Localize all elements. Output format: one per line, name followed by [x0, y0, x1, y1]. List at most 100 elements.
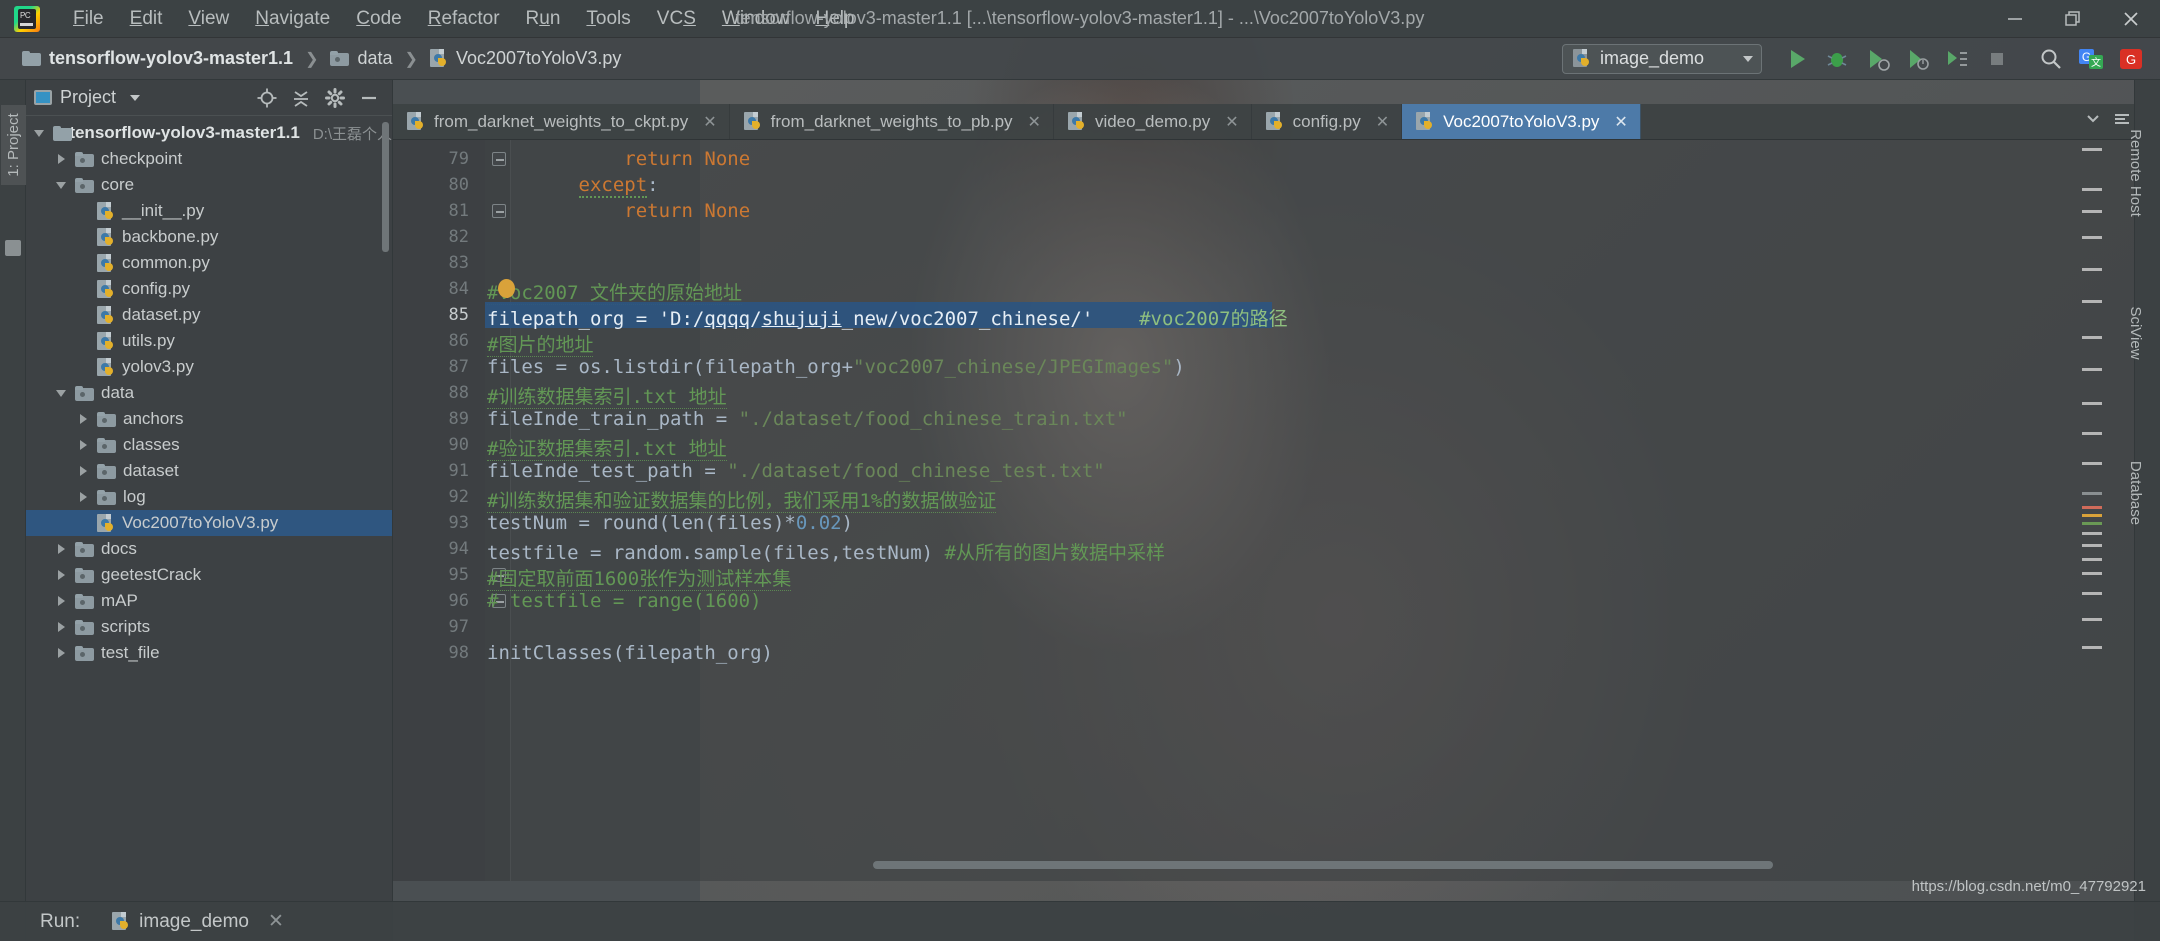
- chevron-right-icon[interactable]: [78, 439, 90, 451]
- menu-vcs[interactable]: VCS: [644, 4, 709, 34]
- tree-item-utils-py[interactable]: utils.py: [26, 328, 392, 354]
- close-icon[interactable]: ✕: [1225, 112, 1238, 132]
- code-line[interactable]: fileInde_test_path = "./dataset/food_chi…: [487, 460, 1105, 482]
- chevron-right-icon[interactable]: [56, 153, 68, 165]
- menu-view[interactable]: View: [175, 4, 242, 34]
- close-icon[interactable]: ✕: [268, 910, 284, 933]
- code-line[interactable]: # testfile = range(1600): [487, 590, 762, 612]
- code-text-area[interactable]: 79 return None 80 except: 81 return None 82…: [393, 140, 2134, 881]
- tool-window-tab-database[interactable]: Database: [2122, 438, 2148, 548]
- stop-button[interactable]: [1978, 42, 2016, 76]
- tool-window-tab-sciview[interactable]: SciView: [2122, 278, 2148, 388]
- menu-navigate[interactable]: Navigate: [242, 4, 343, 34]
- code-line[interactable]: #验证数据集索引.txt 地址: [487, 434, 727, 461]
- tree-item-map[interactable]: mAP: [26, 588, 392, 614]
- chevron-right-icon[interactable]: [78, 413, 90, 425]
- chevron-right-icon[interactable]: [56, 543, 68, 555]
- tree-item-yolov3-py[interactable]: yolov3.py: [26, 354, 392, 380]
- gear-icon[interactable]: [324, 87, 346, 109]
- window-controls[interactable]: [1986, 0, 2160, 38]
- close-icon[interactable]: ✕: [703, 112, 716, 132]
- run-tool-window-label[interactable]: Run:: [40, 911, 80, 933]
- analysis-marker[interactable]: [2082, 592, 2102, 595]
- analysis-marker[interactable]: [2082, 532, 2102, 535]
- code-line[interactable]: initClasses(filepath_org): [487, 642, 773, 664]
- translate-button[interactable]: G 文: [2072, 42, 2110, 76]
- run-tab-image-demo[interactable]: image_demo ✕: [112, 910, 284, 933]
- code-line[interactable]: #voc2007 文件夹的原始地址: [487, 278, 742, 305]
- chevron-right-icon[interactable]: [56, 647, 68, 659]
- analysis-marker[interactable]: [2082, 618, 2102, 621]
- analysis-marker[interactable]: [2082, 432, 2102, 435]
- tree-item-geetestcrack[interactable]: geetestCrack: [26, 562, 392, 588]
- code-line[interactable]: filepath_org = 'D:/qqqq/shujuji_new/voc2…: [487, 304, 1288, 331]
- analysis-marker[interactable]: [2082, 514, 2102, 517]
- analysis-marker[interactable]: [2082, 210, 2102, 213]
- tree-item-anchors[interactable]: anchors: [26, 406, 392, 432]
- tree-item-test-file[interactable]: test_file: [26, 640, 392, 666]
- menu-window[interactable]: Window: [709, 4, 803, 34]
- chevron-down-icon[interactable]: [34, 127, 46, 139]
- editor-tab-strip[interactable]: from_darknet_weights_to_ckpt.py ✕ from_dar…: [393, 104, 2160, 140]
- menu-edit[interactable]: Edit: [117, 4, 176, 34]
- analysis-marker[interactable]: [2082, 236, 2102, 239]
- analysis-marker[interactable]: [2082, 188, 2102, 191]
- profile-button[interactable]: [1898, 42, 1936, 76]
- code-line[interactable]: testNum = round(len(files)*0.02): [487, 512, 853, 534]
- editor-horizontal-scrollbar[interactable]: [873, 861, 1773, 869]
- tree-item-core[interactable]: core: [26, 172, 392, 198]
- analysis-marker[interactable]: [2082, 572, 2102, 575]
- chevron-right-icon[interactable]: [78, 465, 90, 477]
- tree-item-scripts[interactable]: scripts: [26, 614, 392, 640]
- close-icon[interactable]: ✕: [1376, 112, 1389, 132]
- analysis-marker[interactable]: [2082, 300, 2102, 303]
- chevron-down-icon[interactable]: [130, 94, 141, 101]
- code-line[interactable]: return None: [487, 148, 750, 170]
- editor-tab-from-darknet-weights-to-pb-py[interactable]: from_darknet_weights_to_pb.py ✕: [730, 104, 1054, 139]
- breadcrumb-item-file[interactable]: Voc2007toYoloV3.py: [424, 46, 627, 71]
- chevron-right-icon[interactable]: [56, 595, 68, 607]
- close-icon[interactable]: ✕: [1028, 112, 1041, 132]
- hide-icon[interactable]: [358, 87, 380, 109]
- editor-tab-video-demo-py[interactable]: video_demo.py ✕: [1054, 104, 1252, 139]
- analysis-marker[interactable]: [2082, 148, 2102, 151]
- run-with-console-button[interactable]: [1938, 42, 1976, 76]
- bookmark-icon[interactable]: [498, 279, 515, 298]
- codota-button[interactable]: G: [2112, 42, 2150, 76]
- code-line[interactable]: #图片的地址: [487, 330, 594, 357]
- code-line[interactable]: #固定取前面1600张作为测试样本集: [487, 564, 792, 591]
- analysis-marker[interactable]: [2082, 368, 2102, 371]
- analysis-marker[interactable]: [2082, 268, 2102, 271]
- tree-item--init-py[interactable]: __init__.py: [26, 198, 392, 224]
- tool-window-tab-project[interactable]: 1: Project: [1, 105, 27, 185]
- analysis-marker[interactable]: [2082, 646, 2102, 649]
- run-configuration-selector[interactable]: image_demo: [1562, 43, 1762, 74]
- tree-item-dataset-py[interactable]: dataset.py: [26, 302, 392, 328]
- menu-tools[interactable]: Tools: [573, 4, 643, 34]
- menu-run[interactable]: Run: [513, 4, 574, 34]
- editor-tab-voc2007toyolov3-py[interactable]: Voc2007toYoloV3.py ✕: [1402, 104, 1641, 139]
- analysis-marker[interactable]: [2082, 522, 2102, 525]
- analysis-marker[interactable]: [2082, 544, 2102, 547]
- editor-tab-config-py[interactable]: config.py ✕: [1252, 104, 1403, 139]
- close-button[interactable]: [2102, 0, 2160, 38]
- editor-marker-column[interactable]: [2078, 140, 2104, 881]
- tree-item-backbone-py[interactable]: backbone.py: [26, 224, 392, 250]
- breadcrumb-item-data[interactable]: data: [324, 46, 398, 71]
- menu-code[interactable]: Code: [343, 4, 414, 34]
- minimize-button[interactable]: [1986, 0, 2044, 38]
- search-button[interactable]: [2032, 42, 2070, 76]
- tree-item-checkpoint[interactable]: checkpoint: [26, 146, 392, 172]
- chevron-right-icon[interactable]: [56, 621, 68, 633]
- debug-button[interactable]: [1818, 42, 1856, 76]
- tree-item-docs[interactable]: docs: [26, 536, 392, 562]
- close-icon[interactable]: ✕: [1614, 112, 1627, 132]
- chevron-down-icon[interactable]: [2084, 110, 2102, 133]
- menu-help[interactable]: Help: [802, 4, 867, 34]
- chevron-right-icon[interactable]: [56, 569, 68, 581]
- analysis-marker[interactable]: [2082, 558, 2102, 561]
- menu-file[interactable]: File: [60, 4, 117, 34]
- editor-tab-from-darknet-weights-to-ckpt-py[interactable]: from_darknet_weights_to_ckpt.py ✕: [393, 104, 730, 139]
- code-line[interactable]: fileInde_train_path = "./dataset/food_ch…: [487, 408, 1128, 430]
- menu-bar[interactable]: File Edit View Navigate Code Refactor Ru…: [60, 4, 868, 34]
